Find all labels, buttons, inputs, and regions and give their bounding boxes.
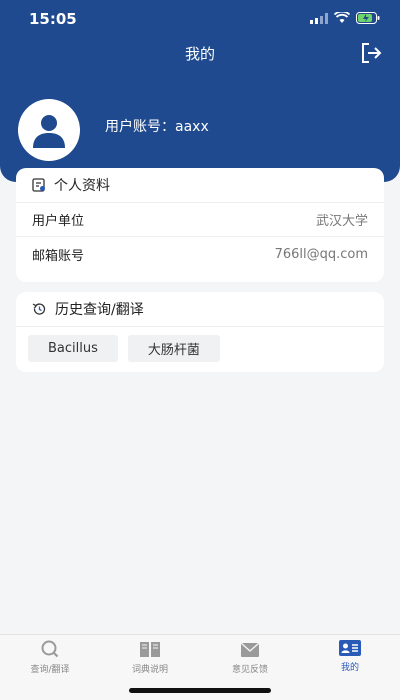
wifi-icon xyxy=(334,12,350,23)
profile-card-icon xyxy=(339,640,361,656)
history-card: 历史查询/翻译 Bacillus 大肠杆菌 xyxy=(16,292,384,372)
history-list: Bacillus 大肠杆菌 xyxy=(16,327,384,370)
history-title: 历史查询/翻译 xyxy=(55,302,144,318)
tab-profile[interactable]: 我的 xyxy=(300,640,400,676)
tab-label: 词典说明 xyxy=(131,665,168,675)
logout-icon xyxy=(362,43,382,63)
status-time: 15:05 xyxy=(29,10,77,28)
email-label: 邮箱账号 xyxy=(32,248,85,264)
tab-label: 我的 xyxy=(340,663,359,673)
personal-info-title: 个人资料 xyxy=(54,178,110,194)
status-icons xyxy=(310,12,380,24)
tab-label: 意见反馈 xyxy=(231,665,268,675)
organization-label: 用户单位 xyxy=(32,214,85,229)
history-item[interactable]: 大肠杆菌 xyxy=(127,335,220,362)
account-value: aaxx xyxy=(175,119,209,135)
battery-icon xyxy=(356,12,380,24)
home-indicator xyxy=(129,688,271,693)
account-info: 用户账号：aaxx xyxy=(105,116,209,136)
avatar[interactable] xyxy=(18,99,80,161)
logout-button[interactable] xyxy=(360,42,384,64)
book-icon xyxy=(140,642,160,657)
organization-value: 武汉大学 xyxy=(315,214,368,229)
feedback-icon xyxy=(240,642,260,657)
search-icon xyxy=(41,640,59,658)
status-bar: 15:05 xyxy=(0,0,400,36)
account-label: 用户账号： xyxy=(105,119,175,135)
history-item[interactable]: Bacillus xyxy=(28,335,118,362)
user-avatar-icon xyxy=(33,115,65,148)
personal-info-card: 个人资料 用户单位 武汉大学 邮箱账号 766ll@qq.com xyxy=(16,168,384,282)
tab-label: 查询/翻译 xyxy=(30,665,70,675)
info-row-email: 邮箱账号 766ll@qq.com xyxy=(16,237,384,271)
history-icon xyxy=(32,303,46,315)
email-value: 766ll@qq.com xyxy=(274,246,368,262)
profile-header: 15:05 我的 用户账号：aaxx xyxy=(0,0,400,182)
signal-icon xyxy=(310,12,328,24)
history-header: 历史查询/翻译 xyxy=(16,292,384,327)
info-row-organization: 用户单位 武汉大学 xyxy=(16,203,384,237)
tab-feedback[interactable]: 意见反馈 xyxy=(200,640,300,676)
tab-dictionary[interactable]: 词典说明 xyxy=(100,640,200,676)
page-title: 我的 xyxy=(184,45,215,63)
tab-search[interactable]: 查询/翻译 xyxy=(0,640,100,676)
personal-info-header: 个人资料 xyxy=(16,168,384,203)
profile-doc-icon xyxy=(32,178,45,192)
